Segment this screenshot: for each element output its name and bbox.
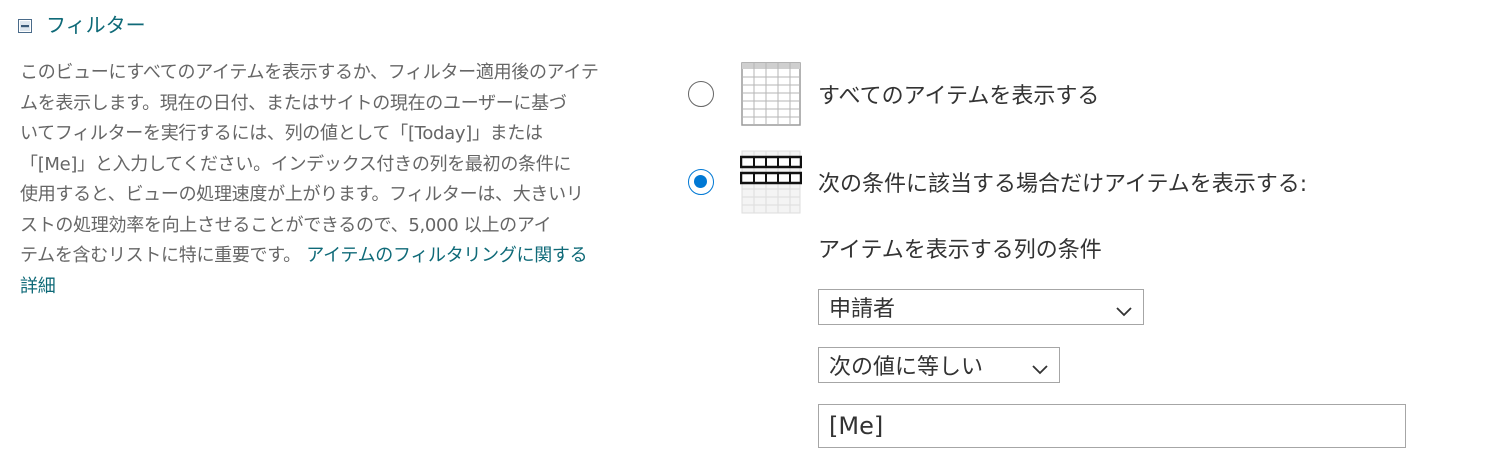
- condition-label: アイテムを表示する列の条件: [818, 238, 1102, 263]
- section-title: フィルター: [46, 13, 146, 37]
- show-filtered-label[interactable]: 次の条件に該当する場合だけアイテムを表示する:: [818, 166, 1307, 198]
- operator-select-value: 次の値に等しい: [829, 355, 984, 380]
- description-line: テムを含むリストに特に重要です。: [20, 245, 301, 266]
- filtered-items-table-icon: [739, 149, 803, 215]
- learn-more-link-continued[interactable]: 詳細: [20, 276, 56, 297]
- option-show-filtered[interactable]: 次の条件に該当する場合だけアイテムを表示する:: [688, 149, 1307, 215]
- show-all-label[interactable]: すべてのアイテムを表示する: [818, 78, 1099, 110]
- description-line: ムを表示します。現在の日付、またはサイトの現在のユーザーに基づ: [20, 92, 567, 114]
- filter-description: このビューにすべてのアイテムを表示するか、フィルター適用後のアイテ ムを表示しま…: [20, 58, 640, 302]
- filter-section-header[interactable]: フィルター: [18, 10, 146, 40]
- filter-value-input[interactable]: [818, 404, 1406, 448]
- learn-more-link[interactable]: アイテムのフィルタリングに関する: [306, 245, 587, 266]
- option-show-all[interactable]: すべてのアイテムを表示する: [688, 61, 1099, 127]
- description-line: いてフィルターを実行するには、列の値として「[Today]」または: [20, 123, 543, 144]
- description-line: 「[Me]」と入力してください。インデックス付きの列を最初の条件に: [20, 153, 572, 175]
- show-all-radio[interactable]: [688, 81, 714, 107]
- chevron-down-icon: [1031, 357, 1049, 375]
- description-line-with-link: テムを含むリストに特に重要です。 アイテムのフィルタリングに関する: [20, 241, 640, 272]
- show-filtered-radio[interactable]: [688, 169, 714, 195]
- collapse-minus-icon[interactable]: [18, 18, 32, 33]
- description-link-line: 詳細: [20, 272, 640, 303]
- description-line: 使用すると、ビューの処理速度が上がります。フィルターは、大きいリ: [20, 184, 584, 205]
- operator-select[interactable]: 次の値に等しい: [818, 347, 1060, 383]
- column-select[interactable]: 申請者: [818, 289, 1144, 325]
- description-line: ストの処理効率を向上させることができるので、5,000 以上のアイ: [20, 214, 552, 236]
- filter-settings-page: フィルター このビューにすべてのアイテムを表示するか、フィルター適用後のアイテ …: [0, 0, 1491, 476]
- all-items-table-icon: [740, 61, 802, 127]
- chevron-down-icon: [1115, 299, 1133, 317]
- description-line: このビューにすべてのアイテムを表示するか、フィルター適用後のアイテ: [20, 62, 599, 83]
- column-select-value: 申請者: [829, 297, 896, 322]
